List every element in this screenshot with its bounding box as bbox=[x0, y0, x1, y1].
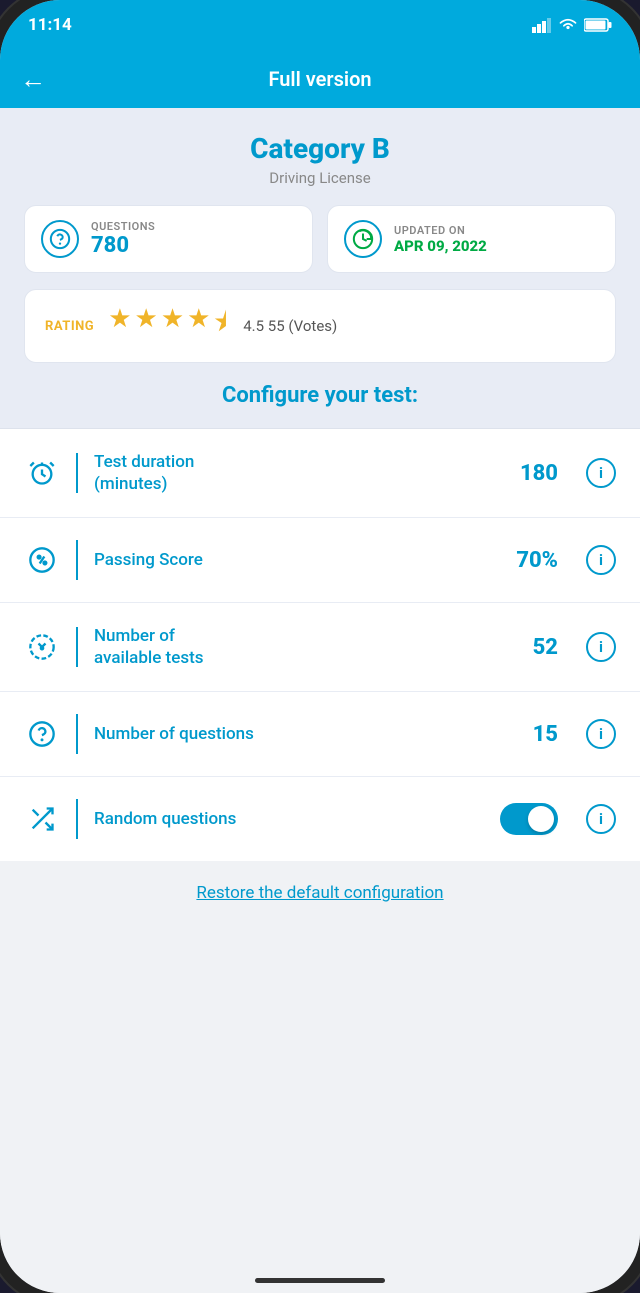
alarm-icon bbox=[24, 455, 60, 491]
header-section: Category B Driving License QUESTIONS bbox=[0, 108, 640, 429]
rating-value: 4.5 55 (Votes) bbox=[243, 317, 337, 335]
stats-row: QUESTIONS 780 bbox=[24, 205, 616, 273]
rating-card: RATING ★ ★ ★ ★ ⯨ 4.5 55 (Votes) bbox=[24, 289, 616, 363]
questions-label: QUESTIONS bbox=[91, 220, 155, 233]
num-questions-info-button[interactable]: i bbox=[586, 719, 616, 749]
main-content: Category B Driving License QUESTIONS bbox=[0, 108, 640, 1293]
status-time: 11:14 bbox=[28, 15, 72, 35]
available-tests-info-button[interactable]: i bbox=[586, 632, 616, 662]
random-questions-label: Random questions bbox=[94, 808, 484, 830]
category-title: Category B bbox=[24, 132, 616, 165]
config-row-num-questions: Number of questions 15 i bbox=[0, 692, 640, 777]
random-questions-info-button[interactable]: i bbox=[586, 804, 616, 834]
star-4: ★ bbox=[187, 304, 210, 348]
updated-label: UPDATED ON bbox=[394, 224, 465, 237]
divider bbox=[76, 714, 78, 754]
passing-score-value: 70% bbox=[516, 548, 558, 573]
status-icons bbox=[532, 17, 612, 33]
star-2: ★ bbox=[135, 304, 158, 348]
phone-frame: 11:14 ← Full versio bbox=[0, 0, 640, 1293]
configure-title: Configure your test: bbox=[24, 383, 616, 408]
updated-icon bbox=[344, 220, 382, 258]
divider bbox=[76, 799, 78, 839]
num-questions-label: Number of questions bbox=[94, 723, 517, 745]
available-tests-value: 52 bbox=[533, 635, 558, 660]
config-section: Test duration(minutes) 180 i Passing Sco… bbox=[0, 429, 640, 861]
available-tests-label: Number ofavailable tests bbox=[94, 625, 517, 669]
home-indicator bbox=[255, 1278, 385, 1283]
battery-icon bbox=[584, 17, 612, 33]
num-questions-value: 15 bbox=[533, 722, 558, 747]
divider bbox=[76, 453, 78, 493]
signal-icon bbox=[532, 17, 552, 33]
back-button[interactable]: ← bbox=[20, 64, 46, 95]
config-row-passing-score: Passing Score 70% i bbox=[0, 518, 640, 603]
tests-icon bbox=[24, 629, 60, 665]
passing-score-label: Passing Score bbox=[94, 549, 500, 571]
passing-score-info-button[interactable]: i bbox=[586, 545, 616, 575]
random-icon bbox=[24, 801, 60, 837]
star-5: ⯨ bbox=[213, 304, 227, 348]
divider bbox=[76, 540, 78, 580]
test-duration-info-button[interactable]: i bbox=[586, 458, 616, 488]
test-duration-value: 180 bbox=[520, 461, 558, 486]
rating-label: RATING bbox=[45, 319, 94, 334]
nav-bar: ← Full version bbox=[0, 50, 640, 108]
category-subtitle: Driving License bbox=[24, 169, 616, 187]
updated-value: APR 09, 2022 bbox=[394, 237, 487, 255]
divider bbox=[76, 627, 78, 667]
questions-card: QUESTIONS 780 bbox=[24, 205, 313, 273]
percent-icon bbox=[24, 542, 60, 578]
nav-title: Full version bbox=[268, 67, 371, 91]
questions-icon bbox=[41, 220, 79, 258]
star-1: ★ bbox=[108, 304, 131, 348]
config-row-test-duration: Test duration(minutes) 180 i bbox=[0, 429, 640, 518]
test-duration-label: Test duration(minutes) bbox=[94, 451, 504, 495]
config-row-available-tests: Number ofavailable tests 52 i bbox=[0, 603, 640, 692]
toggle-knob bbox=[528, 806, 554, 832]
random-questions-toggle[interactable] bbox=[500, 803, 558, 835]
restore-section: Restore the default configuration bbox=[0, 861, 640, 925]
question-icon bbox=[24, 716, 60, 752]
config-row-random-questions: Random questions i bbox=[0, 777, 640, 861]
status-bar: 11:14 bbox=[0, 0, 640, 50]
star-3: ★ bbox=[161, 304, 184, 348]
restore-link[interactable]: Restore the default configuration bbox=[196, 883, 443, 903]
stars-container: ★ ★ ★ ★ ⯨ bbox=[108, 304, 227, 348]
updated-info: UPDATED ON APR 09, 2022 bbox=[394, 224, 487, 255]
wifi-icon bbox=[558, 17, 578, 33]
questions-value: 780 bbox=[91, 233, 129, 258]
questions-info: QUESTIONS 780 bbox=[91, 220, 155, 258]
updated-card: UPDATED ON APR 09, 2022 bbox=[327, 205, 616, 273]
